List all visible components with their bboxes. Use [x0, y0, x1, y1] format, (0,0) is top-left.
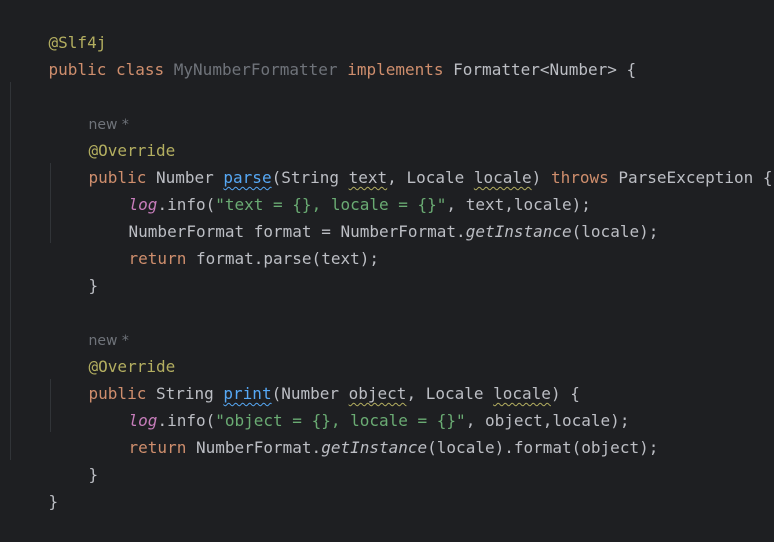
code-line-2[interactable]: public class MyNumberFormatter implement… — [10, 29, 637, 79]
code-line-6[interactable]: public Number parse(String text, Locale … — [50, 137, 773, 187]
static-method-call[interactable]: getInstance — [466, 222, 572, 241]
indent-guide — [10, 82, 11, 460]
code-editor[interactable]: @Slf4j public class MyNumberFormatter im… — [0, 0, 774, 511]
close-brace: } — [88, 465, 99, 484]
code-line-14[interactable]: public String print(Number object, Local… — [50, 353, 580, 403]
code-line-13[interactable]: @Override — [50, 326, 176, 376]
keyword-return: return — [128, 438, 187, 457]
code-line-1[interactable]: @Slf4j — [10, 2, 107, 52]
exception-type[interactable]: ParseException { — [618, 168, 772, 187]
keyword-implements: implements — [347, 60, 444, 79]
code-line-18[interactable]: } — [10, 461, 59, 511]
code-line-10[interactable]: } — [50, 245, 99, 295]
interface-name[interactable]: Formatter<Number> — [453, 60, 617, 79]
close-brace: } — [88, 276, 99, 295]
statement-suffix: (locale); — [571, 222, 659, 241]
code-line-4: new * — [50, 83, 129, 133]
static-method-call[interactable]: getInstance — [321, 438, 427, 457]
statement-prefix: NumberFormat. — [186, 438, 322, 457]
code-line-16[interactable]: return NumberFormat.getInstance(locale).… — [90, 407, 659, 457]
class-name[interactable]: MyNumberFormatter — [174, 60, 338, 79]
code-line-17[interactable]: } — [50, 434, 99, 484]
keyword-public: public — [48, 60, 107, 79]
code-line-12: new * — [50, 299, 129, 349]
statement-suffix: (locale).format(object); — [427, 438, 659, 457]
code-line-7[interactable]: log.info("text = {}, locale = {}", text,… — [90, 164, 591, 214]
code-line-8[interactable]: NumberFormat format = NumberFormat.getIn… — [90, 191, 659, 241]
open-brace: { — [616, 60, 637, 79]
class-close-brace: } — [48, 492, 59, 511]
keyword-class: class — [115, 60, 165, 79]
code-line-15[interactable]: log.info("object = {}, locale = {}", obj… — [90, 380, 630, 430]
code-line-9[interactable]: return format.parse(text); — [90, 218, 379, 268]
code-line-5[interactable]: @Override — [50, 110, 176, 160]
return-expression: format.parse(text); — [186, 249, 379, 268]
keyword-return: return — [128, 249, 187, 268]
